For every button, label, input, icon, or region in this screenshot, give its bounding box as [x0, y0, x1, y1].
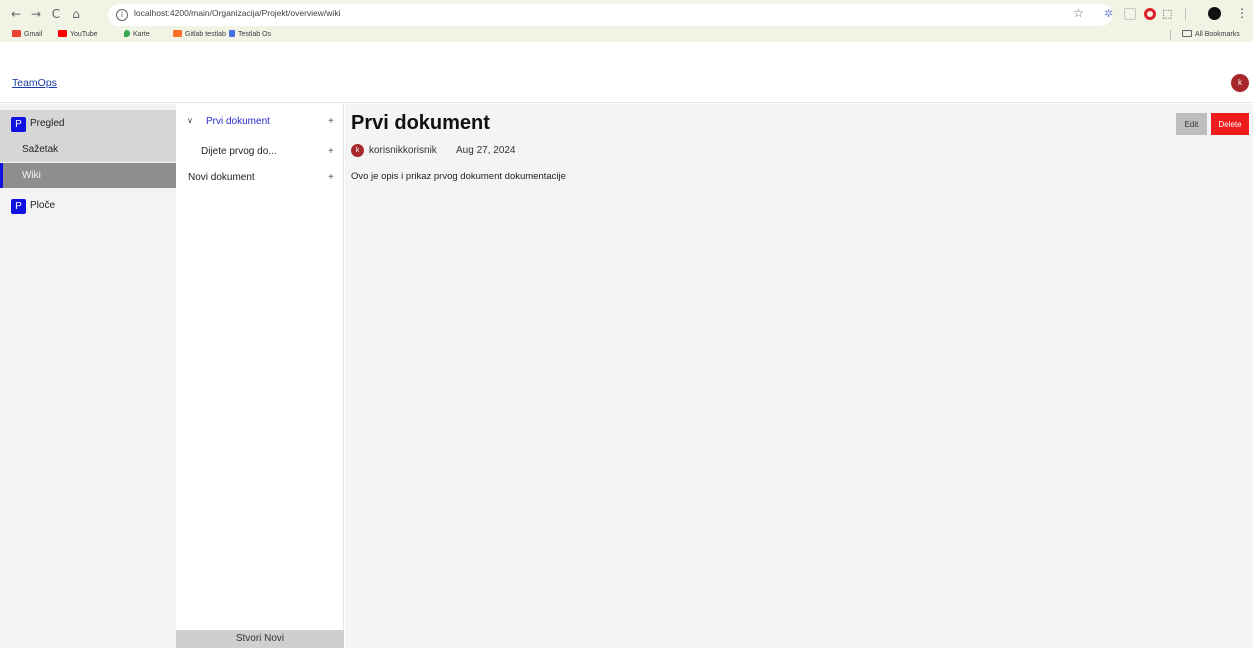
chevron-down-icon[interactable]: ∨ [187, 116, 193, 125]
bookmark-youtube[interactable]: YouTube [58, 28, 98, 42]
reload-icon[interactable]: C [48, 6, 64, 22]
sidebar-item-label: Sažetak [22, 144, 59, 155]
left-sidebar: P Pregled Sažetak Wiki P Ploče [0, 104, 176, 648]
sidebar-item-pregled[interactable]: P Pregled [0, 110, 176, 138]
testlab-icon [229, 30, 235, 37]
page-title: Prvi dokument [351, 112, 490, 134]
back-arrow-icon[interactable]: ← [8, 6, 24, 22]
bookmark-testlab[interactable]: Testlab Os [229, 28, 271, 42]
youtube-icon [58, 30, 67, 37]
bookmark-star-icon[interactable]: ☆ [1073, 6, 1084, 20]
document-view: Prvi dokument k korisnikkorisnik Aug 27,… [345, 104, 1253, 648]
all-bookmarks-button[interactable]: All Bookmarks [1182, 28, 1240, 42]
document-date: Aug 27, 2024 [456, 145, 516, 156]
forward-arrow-icon[interactable]: → [28, 6, 44, 22]
extension-square-icon[interactable] [1124, 8, 1136, 20]
gmail-icon [12, 30, 21, 37]
add-child-icon[interactable]: + [328, 172, 334, 183]
bookmark-gitlab[interactable]: Gitlab testlab [173, 28, 226, 42]
tree-item-prvi-dokument[interactable]: ∨ Prvi dokument + [176, 110, 344, 132]
opera-extension-icon[interactable] [1144, 8, 1156, 20]
document-description: Ovo je opis i prikaz prvog dokument doku… [351, 171, 566, 182]
browser-nav-row: ← → C ⌂ i localhost:4200/main/Organizaci… [0, 4, 1253, 26]
extension-puzzle-icon[interactable]: ✲ [1104, 8, 1116, 20]
author-avatar: k [351, 144, 364, 157]
document-tree: ∨ Prvi dokument + Dijete prvog do... + N… [176, 104, 344, 648]
bookmark-karte[interactable]: Karte [124, 28, 150, 42]
sidebar-item-sazetak[interactable]: Sažetak [0, 137, 176, 162]
edit-button[interactable]: Edit [1176, 113, 1207, 135]
delete-button[interactable]: Delete [1211, 113, 1249, 135]
tree-item-novi-dokument[interactable]: Novi dokument + [176, 166, 344, 188]
sidebar-item-wiki[interactable]: Wiki [0, 163, 176, 188]
user-avatar[interactable]: k [1231, 74, 1249, 92]
extensions-icon[interactable]: ⬚ [1162, 8, 1174, 20]
toolbar-divider [1185, 8, 1186, 20]
gitlab-icon [173, 30, 182, 37]
tree-item-label: Novi dokument [188, 172, 255, 183]
folder-icon [1182, 30, 1192, 37]
tree-item-label: Prvi dokument [206, 116, 270, 127]
add-child-icon[interactable]: + [328, 116, 334, 127]
sidebar-item-label: Ploče [30, 200, 56, 211]
browser-menu-icon[interactable]: ⋮ [1236, 6, 1248, 20]
address-bar[interactable]: i localhost:4200/main/Organizacija/Proje… [108, 4, 1112, 26]
author-name: korisnikkorisnik [369, 145, 437, 156]
sidebar-item-label: Pregled [30, 118, 65, 129]
maps-icon [124, 30, 130, 37]
bookmarks-divider [1170, 30, 1171, 40]
brand-link[interactable]: TeamOps [12, 77, 57, 89]
tree-item-dijete[interactable]: Dijete prvog do... + [176, 140, 344, 162]
url-text: localhost:4200/main/Organizacija/Projekt… [134, 8, 341, 18]
project-badge: P [11, 117, 26, 132]
sidebar-item-label: Wiki [22, 170, 41, 181]
sidebar-item-ploce[interactable]: P Ploče [0, 192, 176, 220]
bookmark-gmail[interactable]: Gmail [12, 28, 42, 42]
create-new-button[interactable]: Stvori Novi [176, 630, 344, 648]
tree-item-label: Dijete prvog do... [201, 146, 277, 157]
add-child-icon[interactable]: + [328, 146, 334, 157]
project-badge: P [11, 199, 26, 214]
site-info-icon[interactable]: i [116, 9, 128, 21]
profile-icon[interactable] [1208, 7, 1221, 20]
bookmarks-bar: Gmail YouTube Karte Gitlab testlab Testl… [0, 28, 1253, 42]
home-icon[interactable]: ⌂ [68, 6, 84, 22]
app-header: TeamOps k [0, 63, 1253, 103]
browser-toolbar: ← → C ⌂ i localhost:4200/main/Organizaci… [0, 0, 1253, 42]
